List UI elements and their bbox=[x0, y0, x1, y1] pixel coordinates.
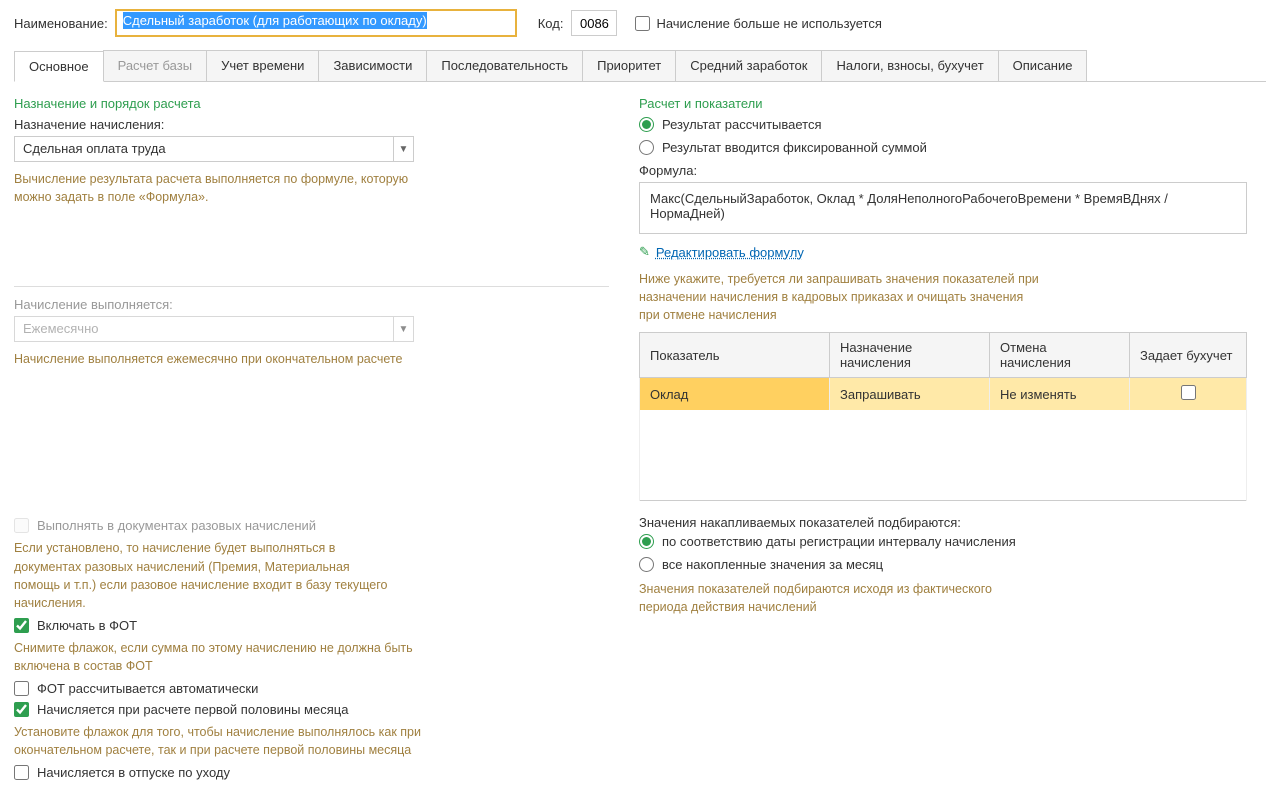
assign-select[interactable]: Сдельная оплата труда ▼ bbox=[14, 136, 414, 162]
assign-hint: Вычисление результата расчета выполняетс… bbox=[14, 170, 434, 206]
not-used-checkbox[interactable] bbox=[635, 16, 650, 31]
tab-priority[interactable]: Приоритет bbox=[582, 50, 676, 81]
include-fot-hint: Снимите флажок, если сумма по этому начи… bbox=[14, 639, 454, 675]
name-input[interactable]: Сдельный заработок (для работающих по ок… bbox=[116, 10, 516, 36]
right-section-title: Расчет и показатели bbox=[639, 96, 1266, 111]
code-input[interactable] bbox=[571, 10, 617, 36]
first-half-checkbox[interactable] bbox=[14, 702, 29, 717]
chevron-down-icon[interactable]: ▼ bbox=[393, 137, 413, 161]
include-fot-label: Включать в ФОТ bbox=[37, 618, 137, 633]
th-cancel: Отмена начисления bbox=[990, 333, 1130, 378]
tab-avg[interactable]: Средний заработок bbox=[675, 50, 822, 81]
th-acct: Задает бухучет bbox=[1130, 333, 1247, 378]
code-label: Код: bbox=[538, 16, 564, 31]
result-fixed-label: Результат вводится фиксированной суммой bbox=[662, 140, 927, 155]
exec-select: Ежемесячно ▼ bbox=[14, 316, 414, 342]
onetime-docs-label: Выполнять в документах разовых начислени… bbox=[37, 518, 316, 533]
left-section-title: Назначение и порядок расчета bbox=[14, 96, 609, 111]
result-calc-label: Результат рассчитывается bbox=[662, 117, 822, 132]
tabs: Основное Расчет базы Учет времени Зависи… bbox=[14, 50, 1266, 82]
accum-all-month-radio[interactable] bbox=[639, 557, 654, 572]
formula-box[interactable]: Макс(СдельныйЗаработок, Оклад * ДоляНепо… bbox=[639, 182, 1247, 234]
below-hint: Ниже укажите, требуется ли запрашивать з… bbox=[639, 270, 1039, 324]
parental-leave-label: Начисляется в отпуске по уходу bbox=[37, 765, 230, 780]
first-half-label: Начисляется при расчете первой половины … bbox=[37, 702, 348, 717]
onetime-docs-hint: Если установлено, то начисление будет вы… bbox=[14, 539, 394, 612]
result-fixed-radio[interactable] bbox=[639, 140, 654, 155]
parental-leave-checkbox[interactable] bbox=[14, 765, 29, 780]
chevron-down-icon: ▼ bbox=[393, 317, 413, 341]
tab-desc[interactable]: Описание bbox=[998, 50, 1088, 81]
exec-hint: Начисление выполняется ежемесячно при ок… bbox=[14, 350, 609, 368]
th-assign: Назначение начисления bbox=[830, 333, 990, 378]
onetime-docs-checkbox bbox=[14, 518, 29, 533]
not-used-label: Начисление больше не используется bbox=[656, 16, 881, 31]
indicators-table[interactable]: Показатель Назначение начисления Отмена … bbox=[639, 332, 1247, 501]
tab-time[interactable]: Учет времени bbox=[206, 50, 319, 81]
table-row[interactable]: Оклад Запрашивать Не изменять bbox=[640, 378, 1247, 411]
row-acct-checkbox[interactable] bbox=[1181, 385, 1196, 400]
result-calc-radio[interactable] bbox=[639, 117, 654, 132]
accum-by-date-radio[interactable] bbox=[639, 534, 654, 549]
tab-main[interactable]: Основное bbox=[14, 51, 104, 82]
formula-label: Формула: bbox=[639, 163, 1266, 178]
edit-formula-link[interactable]: Редактировать формулу bbox=[656, 245, 804, 260]
accum-all-month-label: все накопленные значения за месяц bbox=[662, 557, 883, 572]
th-indicator: Показатель bbox=[640, 333, 830, 378]
tab-seq[interactable]: Последовательность bbox=[426, 50, 583, 81]
fot-auto-checkbox[interactable] bbox=[14, 681, 29, 696]
assign-label: Назначение начисления: bbox=[14, 117, 609, 132]
tab-deps[interactable]: Зависимости bbox=[318, 50, 427, 81]
exec-label: Начисление выполняется: bbox=[14, 297, 609, 312]
accum-by-date-label: по соответствию даты регистрации интерва… bbox=[662, 534, 1016, 549]
tab-base[interactable]: Расчет базы bbox=[103, 50, 208, 81]
first-half-hint: Установите флажок для того, чтобы начисл… bbox=[14, 723, 424, 759]
include-fot-checkbox[interactable] bbox=[14, 618, 29, 633]
accum-hint: Значения показателей подбираются исходя … bbox=[639, 580, 1019, 616]
name-label: Наименование: bbox=[14, 16, 108, 31]
fot-auto-label: ФОТ рассчитывается автоматически bbox=[37, 681, 258, 696]
pencil-icon: ✎ bbox=[639, 244, 650, 260]
accum-label: Значения накапливаемых показателей подби… bbox=[639, 515, 1266, 530]
tab-tax[interactable]: Налоги, взносы, бухучет bbox=[821, 50, 998, 81]
